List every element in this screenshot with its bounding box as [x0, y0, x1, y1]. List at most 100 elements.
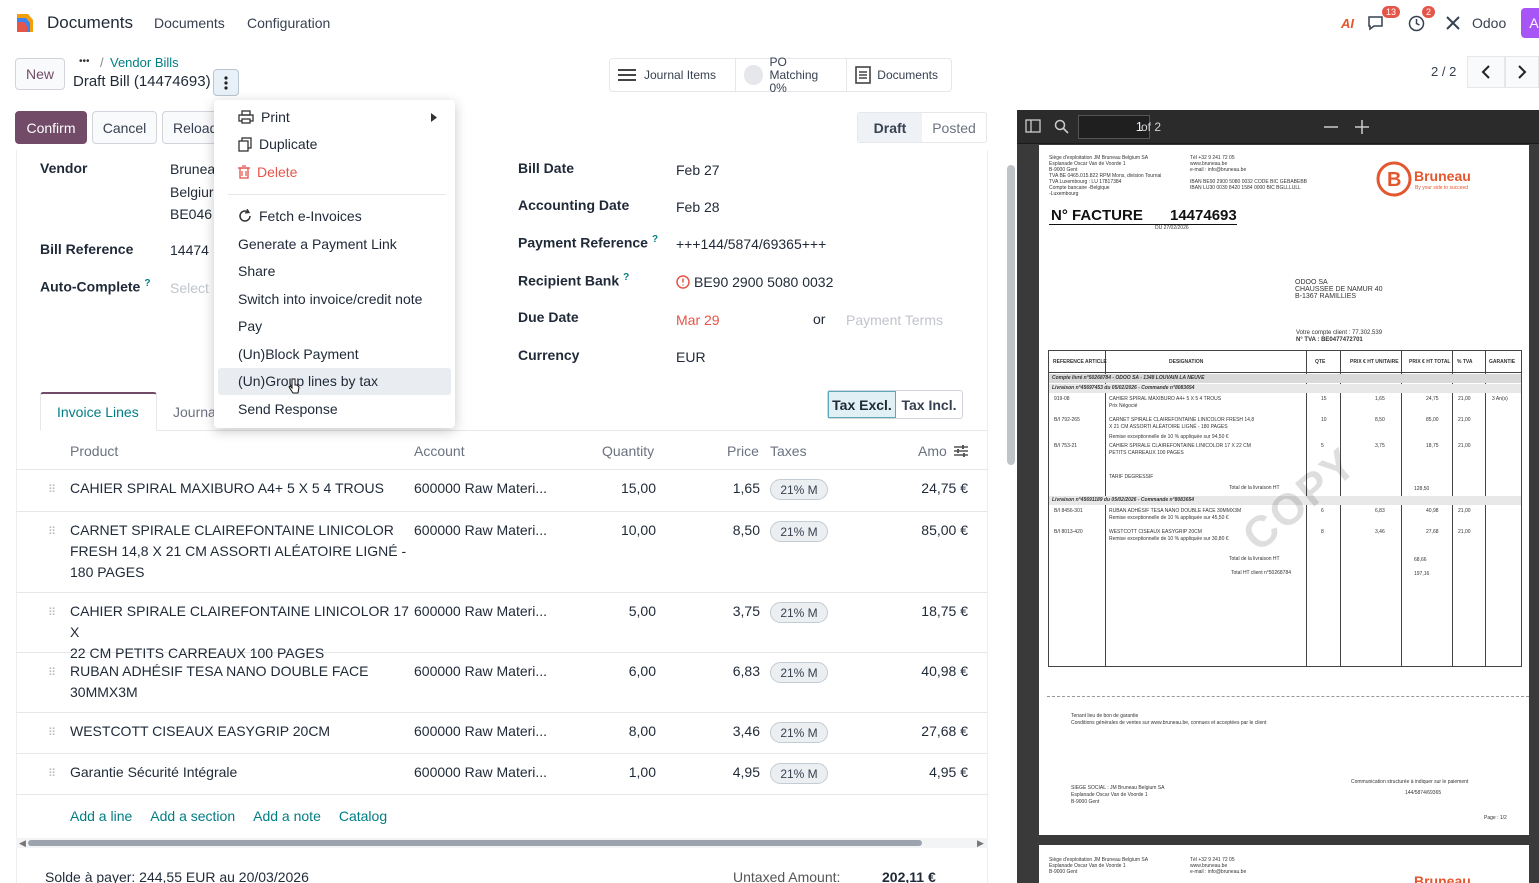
- drag-handle-icon[interactable]: ⠿: [48, 525, 56, 538]
- product-cell[interactable]: WESTCOTT CISEAUX EASYGRIP 20CM: [70, 721, 410, 742]
- catalog-link[interactable]: Catalog: [339, 808, 387, 824]
- documents-app-icon[interactable]: [14, 12, 36, 34]
- product-cell[interactable]: RUBAN ADHÉSIF TESA NANO DOUBLE FACE 30MMX…: [70, 661, 410, 703]
- pager-previous-button[interactable]: [1467, 56, 1505, 88]
- amount-cell[interactable]: 18,75 €: [921, 601, 968, 622]
- app-name[interactable]: Documents: [47, 13, 133, 33]
- status-posted[interactable]: Posted: [922, 113, 986, 142]
- header-price[interactable]: Price: [727, 443, 759, 459]
- account-cell[interactable]: 600000 Raw Materi...: [414, 721, 547, 742]
- product-cell[interactable]: CARNET SPIRALE CLAIREFONTAINE LINICOLOR F…: [70, 520, 410, 583]
- messages-icon[interactable]: 13: [1368, 6, 1401, 38]
- header-taxes[interactable]: Taxes: [770, 443, 807, 459]
- price-cell[interactable]: 6,83: [733, 661, 760, 682]
- accounting-date-field[interactable]: Feb 28: [676, 199, 720, 215]
- actions-menu-button[interactable]: [213, 69, 239, 96]
- payment-terms-field[interactable]: Payment Terms: [846, 312, 943, 328]
- tab-invoice-lines[interactable]: Invoice Lines: [40, 392, 157, 431]
- payment-reference-field[interactable]: +++144/5874/69365+++: [676, 236, 826, 252]
- drag-handle-icon[interactable]: ⠿: [48, 726, 56, 739]
- table-row[interactable]: ⠿ CAHIER SPIRALE CLAIREFONTAINE LINICOLOR…: [16, 593, 988, 661]
- drag-handle-icon[interactable]: ⠿: [48, 483, 56, 496]
- bill-date-field[interactable]: Feb 27: [676, 162, 720, 178]
- pager-value[interactable]: 2 / 2: [1431, 64, 1456, 79]
- amount-cell[interactable]: 24,75 €: [921, 478, 968, 499]
- cancel-button[interactable]: Cancel: [92, 111, 157, 144]
- sidebar-toggle-icon[interactable]: [1025, 119, 1041, 133]
- menu-item-block-payment[interactable]: (Un)Block Payment: [238, 346, 359, 362]
- tax-badge[interactable]: 21% M: [770, 602, 828, 623]
- tax-included-button[interactable]: Tax Incl.: [896, 391, 962, 418]
- documents-button[interactable]: Documents: [847, 59, 951, 91]
- amount-cell[interactable]: 40,98 €: [921, 661, 968, 682]
- horizontal-scrollbar-thumb[interactable]: [28, 840, 922, 846]
- amount-cell[interactable]: 4,95 €: [929, 762, 968, 783]
- due-date-field[interactable]: Mar 29: [676, 312, 720, 328]
- zoom-in-icon[interactable]: [1355, 120, 1369, 134]
- tax-badge[interactable]: 21% M: [770, 521, 828, 542]
- tools-icon[interactable]: [1445, 8, 1461, 38]
- price-cell[interactable]: 4,95: [733, 762, 760, 783]
- menu-item-delete[interactable]: Delete: [238, 164, 297, 180]
- confirm-button[interactable]: Confirm: [15, 111, 87, 144]
- status-draft[interactable]: Draft: [858, 113, 922, 142]
- help-icon[interactable]: ?: [652, 234, 658, 245]
- amount-cell[interactable]: 27,68 €: [921, 721, 968, 742]
- journal-items-button[interactable]: Journal Items: [610, 59, 736, 91]
- header-quantity[interactable]: Quantity: [602, 443, 654, 459]
- recipient-bank-field[interactable]: BE90 2900 5080 0032: [676, 274, 833, 290]
- add-section-link[interactable]: Add a section: [150, 808, 235, 824]
- drag-handle-icon[interactable]: ⠿: [48, 767, 56, 780]
- add-note-link[interactable]: Add a note: [253, 808, 321, 824]
- menu-item-send-response[interactable]: Send Response: [238, 401, 338, 417]
- menu-item-print[interactable]: Print: [238, 109, 290, 125]
- product-cell[interactable]: Garantie Sécurité Intégrale: [70, 762, 410, 783]
- quantity-cell[interactable]: 1,00: [629, 762, 656, 783]
- tax-badge[interactable]: 21% M: [770, 662, 828, 683]
- amount-cell[interactable]: 85,00 €: [921, 520, 968, 541]
- new-button[interactable]: New: [15, 58, 65, 90]
- column-settings-icon[interactable]: [954, 444, 968, 458]
- drag-handle-icon[interactable]: ⠿: [48, 666, 56, 679]
- ai-icon[interactable]: AI: [1341, 8, 1354, 38]
- price-cell[interactable]: 1,65: [733, 478, 760, 499]
- table-row[interactable]: ⠿ WESTCOTT CISEAUX EASYGRIP 20CM 600000 Ra…: [16, 713, 988, 754]
- header-amount[interactable]: Amo: [918, 443, 947, 459]
- table-row[interactable]: ⠿ CARNET SPIRALE CLAIREFONTAINE LINICOLOR…: [16, 512, 988, 593]
- menu-item-group-lines[interactable]: (Un)Group lines by tax: [238, 373, 378, 389]
- po-matching-button[interactable]: PO Matching 0%: [736, 55, 848, 94]
- menu-documents[interactable]: Documents: [154, 15, 225, 31]
- account-cell[interactable]: 600000 Raw Materi...: [414, 520, 547, 541]
- tax-badge[interactable]: 21% M: [770, 479, 828, 500]
- quantity-cell[interactable]: 15,00: [621, 478, 656, 499]
- vertical-scrollbar[interactable]: [1007, 165, 1015, 465]
- header-product[interactable]: Product: [70, 443, 118, 459]
- scroll-left-icon[interactable]: ◀: [19, 838, 26, 849]
- account-cell[interactable]: 600000 Raw Materi...: [414, 661, 547, 682]
- account-cell[interactable]: 600000 Raw Materi...: [414, 762, 547, 783]
- quantity-cell[interactable]: 5,00: [629, 601, 656, 622]
- currency-field[interactable]: EUR: [676, 349, 706, 365]
- scroll-right-icon[interactable]: ▶: [977, 838, 984, 849]
- search-icon[interactable]: [1054, 119, 1069, 134]
- header-account[interactable]: Account: [414, 443, 465, 459]
- zoom-out-icon[interactable]: [1324, 126, 1338, 128]
- help-icon[interactable]: ?: [623, 272, 629, 283]
- help-icon[interactable]: ?: [144, 278, 150, 289]
- tax-excluded-button[interactable]: Tax Excl.: [828, 391, 896, 418]
- menu-item-fetch-einvoices[interactable]: Fetch e-Invoices: [238, 208, 362, 224]
- user-avatar[interactable]: A: [1521, 8, 1539, 38]
- menu-item-share[interactable]: Share: [238, 263, 275, 279]
- menu-configuration[interactable]: Configuration: [247, 15, 330, 31]
- auto-complete-field[interactable]: Select: [170, 280, 209, 296]
- table-row[interactable]: ⠿ RUBAN ADHÉSIF TESA NANO DOUBLE FACE 30MM…: [16, 653, 988, 713]
- pdf-page-number-input[interactable]: 1: [1078, 115, 1150, 139]
- account-cell[interactable]: 600000 Raw Materi...: [414, 478, 547, 499]
- table-row[interactable]: ⠿ CAHIER SPIRAL MAXIBURO A4+ 5 X 5 4 TROU…: [16, 470, 988, 512]
- breadcrumb-more[interactable]: •••: [79, 56, 90, 67]
- company-switcher[interactable]: Odoo: [1472, 8, 1506, 38]
- vendor-line-1[interactable]: Brunea: [170, 161, 215, 177]
- pager-next-button[interactable]: [1505, 56, 1539, 88]
- drag-handle-icon[interactable]: ⠿: [48, 606, 56, 619]
- tax-badge[interactable]: 21% M: [770, 722, 828, 743]
